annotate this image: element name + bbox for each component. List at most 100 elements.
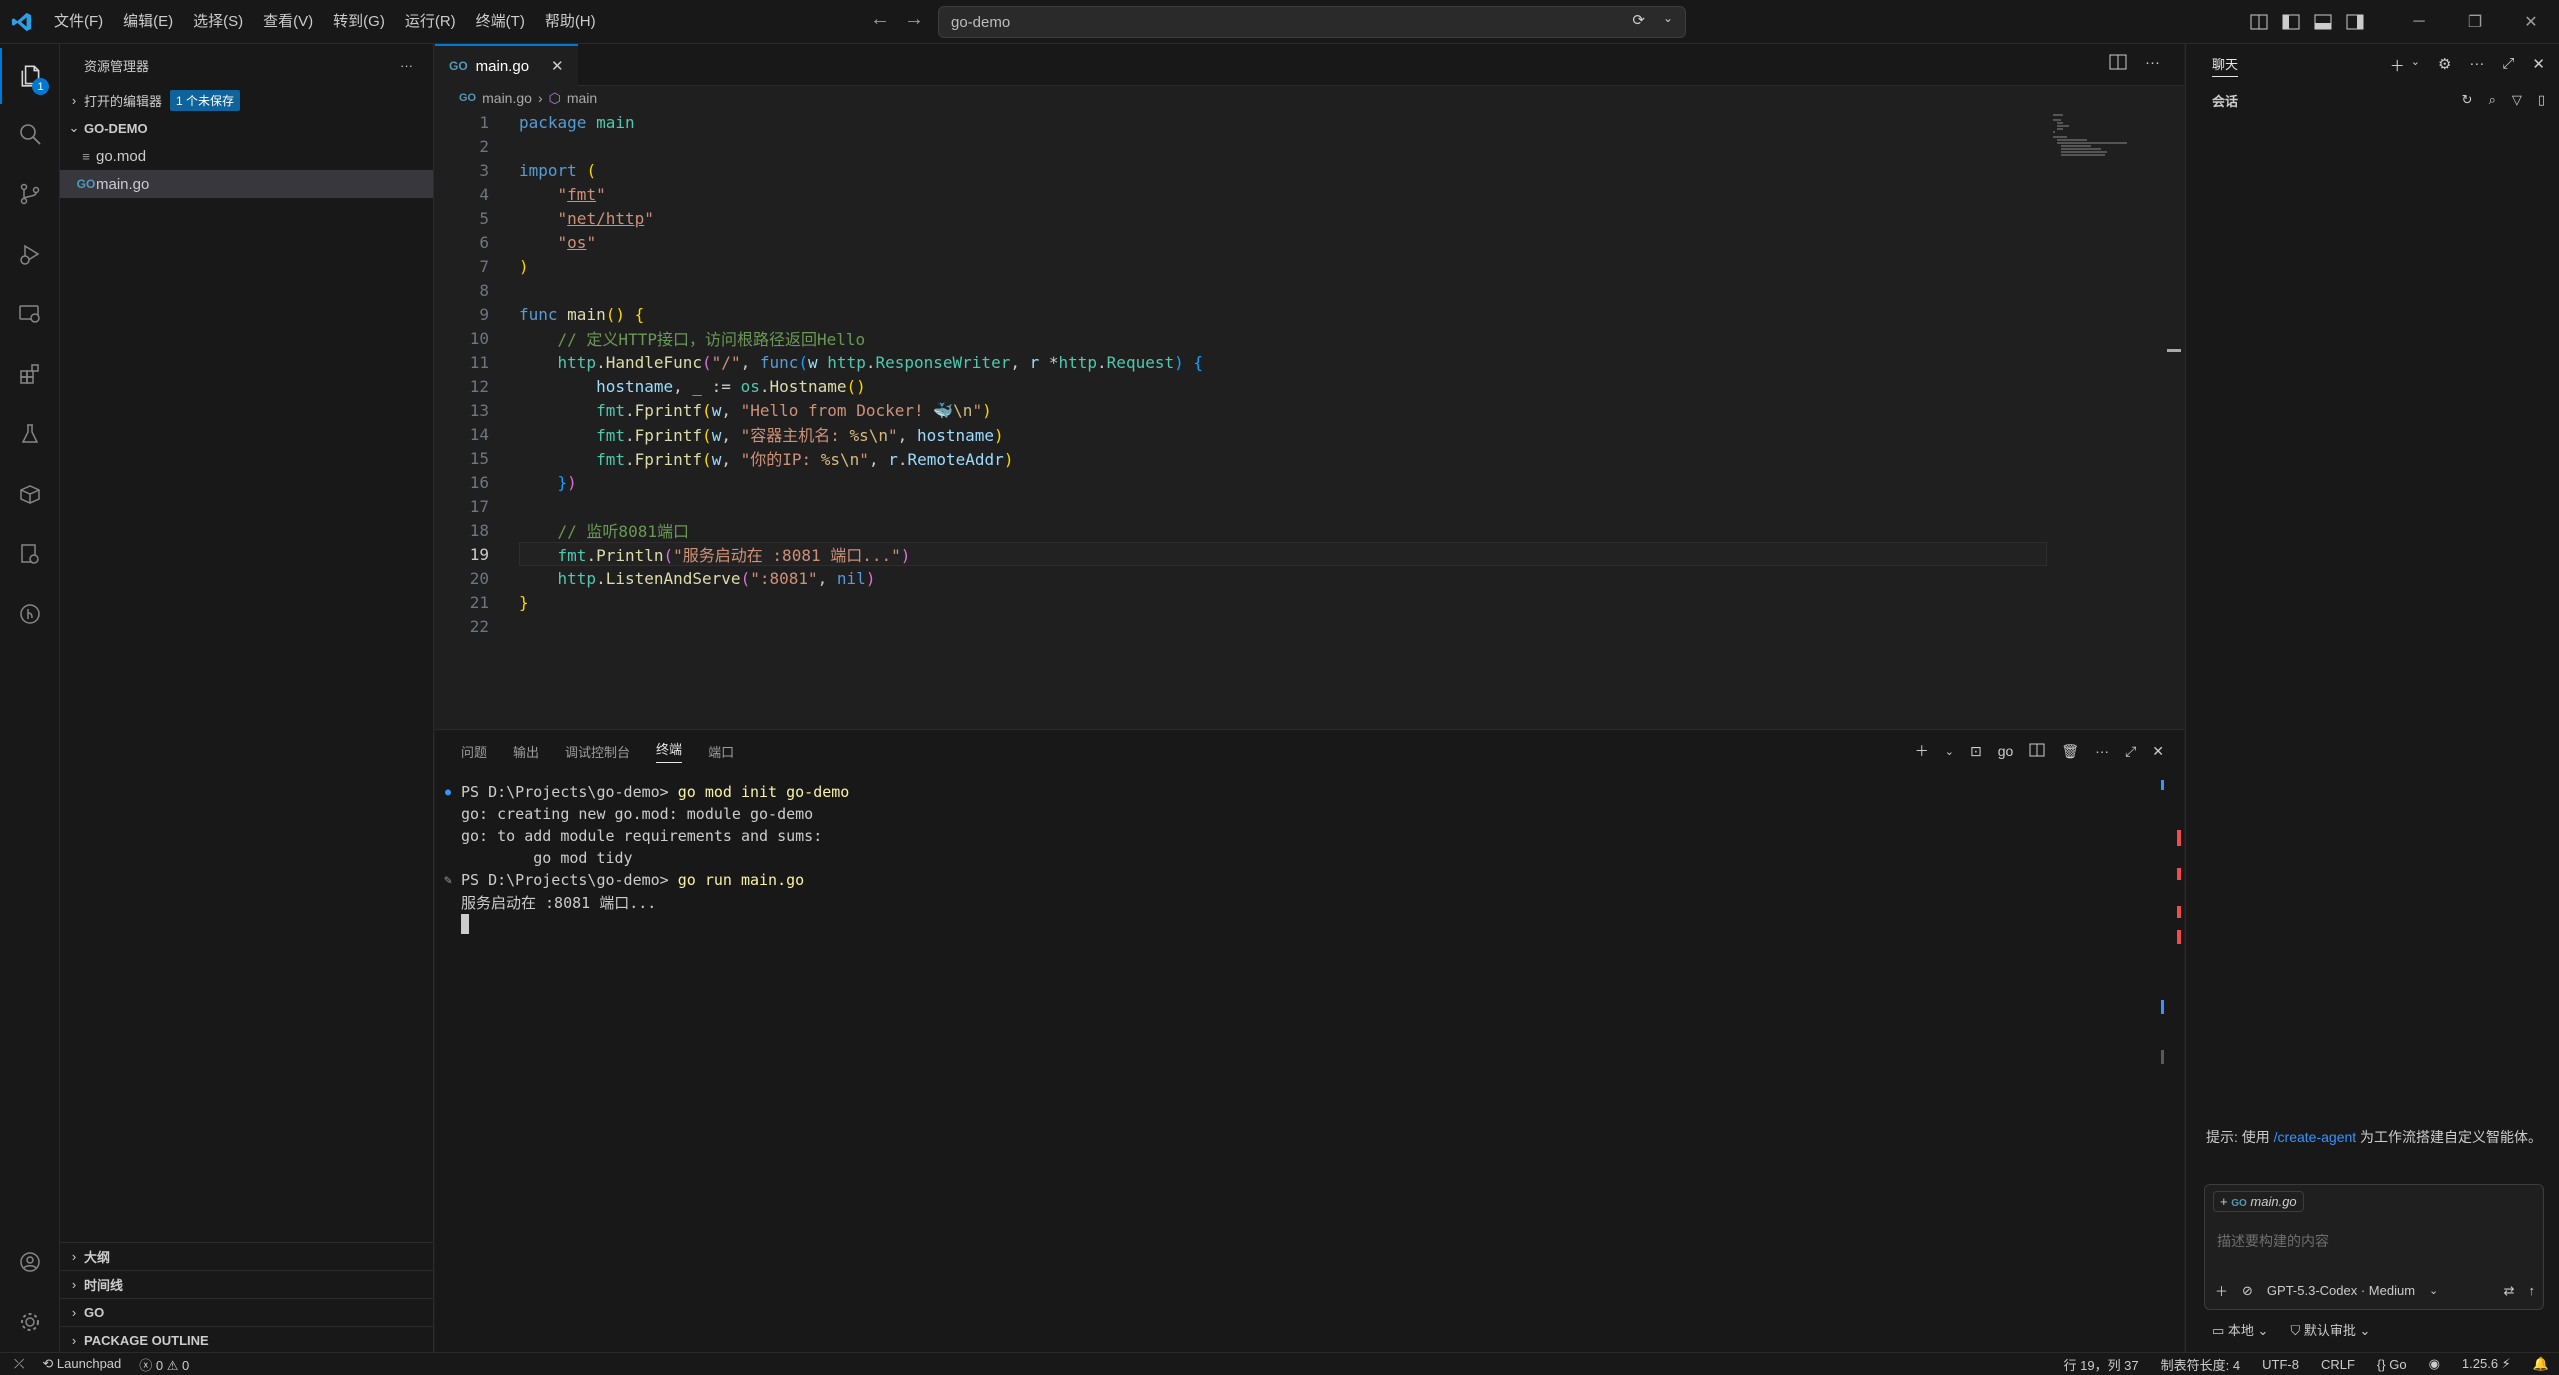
close-icon[interactable]: ✕	[2532, 55, 2545, 76]
code-line[interactable]: 9 func main() {	[435, 302, 2184, 326]
file-item-gomod[interactable]: ≡ go.mod	[60, 142, 433, 170]
menu-item[interactable]: 帮助(H)	[535, 0, 606, 44]
code-line[interactable]: 6 "os"	[435, 230, 2184, 254]
testing-icon[interactable]	[0, 406, 60, 462]
chevron-down-icon[interactable]: ⌄	[1663, 11, 1673, 25]
panel-tab[interactable]: 问题	[461, 742, 487, 761]
breadcrumb-symbol[interactable]: main	[567, 90, 597, 106]
containers-icon[interactable]	[0, 466, 60, 522]
remote-explorer-icon[interactable]	[0, 286, 60, 342]
code-line[interactable]: 10 // 定义HTTP接口，访问根路径返回Hello	[435, 326, 2184, 350]
outline-section[interactable]: › 大纲	[60, 1242, 434, 1270]
code-lines[interactable]: 1 package main 2 3 import (4 "fmt" 5 "net/htt…	[435, 110, 2184, 638]
go-version[interactable]: 1.25.6 ⚡	[2462, 1356, 2511, 1372]
command-center[interactable]: go-demo ⟳ ⌄	[938, 6, 1686, 38]
search-icon[interactable]: ⌕	[2489, 92, 2496, 108]
new-chat-icon[interactable]: ＋	[2390, 55, 2405, 76]
filter-icon[interactable]: ▽	[2512, 92, 2522, 108]
trash-icon[interactable]: 🗑	[2061, 743, 2079, 760]
approval-picker[interactable]: ⛉ 默认审批 ⌄	[2290, 1320, 2370, 1339]
close-window-icon[interactable]: ✕	[2503, 12, 2559, 32]
send-icon[interactable]: ↑	[2529, 1283, 2536, 1298]
more-actions-icon[interactable]: ···	[2469, 55, 2484, 76]
problems-item[interactable]: ⓧ 0 ⚠ 0	[139, 1355, 189, 1374]
chat-input[interactable]: 描述要构建的内容	[2217, 1231, 2329, 1251]
maximize-panel-icon[interactable]: ⤢	[2125, 743, 2136, 760]
restore-icon[interactable]: ❐	[2447, 12, 2503, 32]
panel-tab[interactable]: 终端	[656, 739, 683, 763]
package-outline-section[interactable]: › PACKAGE OUTLINE	[60, 1326, 434, 1354]
menu-item[interactable]: 转到(G)	[323, 0, 395, 44]
sessions-label[interactable]: 会话	[2212, 91, 2238, 110]
code-line[interactable]: 18 // 监听8081端口	[435, 518, 2184, 542]
tab-size[interactable]: 制表符长度: 4	[2161, 1355, 2240, 1374]
chat-title[interactable]: 聊天	[2212, 54, 2239, 77]
more-actions-icon[interactable]: ···	[2095, 743, 2109, 759]
code-line[interactable]: 3 import (	[435, 158, 2184, 182]
code-line[interactable]: 4 "fmt"	[435, 182, 2184, 206]
copilot-icon[interactable]: ⟳	[1632, 11, 1645, 29]
code-line[interactable]: 1 package main	[435, 110, 2184, 134]
customize-layout-icon[interactable]	[2243, 14, 2275, 30]
code-line[interactable]: 11 http.HandleFunc("/", func(w http.Resp…	[435, 350, 2184, 374]
code-line[interactable]: 22	[435, 614, 2184, 638]
terminal-output[interactable]: ● PS D:\Projects\go-demo> go mod init go-…	[435, 781, 2135, 935]
panel-tab[interactable]: 调试控制台	[565, 742, 630, 761]
context-chip[interactable]: + GO main.go	[2213, 1191, 2304, 1212]
menu-item[interactable]: 终端(T)	[466, 0, 535, 44]
panel-tab[interactable]: 输出	[513, 742, 539, 761]
menu-item[interactable]: 选择(S)	[183, 0, 253, 44]
search-icon[interactable]	[0, 106, 60, 162]
menu-item[interactable]: 查看(V)	[253, 0, 323, 44]
file-item-maingo[interactable]: GO main.go	[60, 170, 433, 198]
launchpad-item[interactable]: ⟲ Launchpad	[42, 1356, 121, 1372]
shell-label[interactable]: go	[1998, 743, 2014, 759]
tools-icon[interactable]: ⊘	[2242, 1283, 2253, 1299]
code-line[interactable]: 5 "net/http"	[435, 206, 2184, 230]
git-graph-icon[interactable]	[0, 586, 60, 642]
code-line[interactable]: 13 fmt.Fprintf(w, "Hello from Docker! 🐳\…	[435, 398, 2184, 422]
chevron-down-icon[interactable]: ⌄	[1945, 745, 1954, 758]
explorer-icon[interactable]: 1	[0, 48, 60, 104]
code-line[interactable]: 2	[435, 134, 2184, 158]
terminal-icon[interactable]: ⊡	[1970, 743, 1982, 760]
code-line[interactable]: 19 fmt.Println("服务启动在 :8081 端口...")	[435, 542, 2184, 566]
toggle-secondary-sidebar-icon[interactable]	[2339, 14, 2371, 30]
back-arrow-icon[interactable]: ←	[870, 8, 890, 31]
folder-section[interactable]: ⌄ GO-DEMO	[60, 114, 433, 142]
close-panel-icon[interactable]: ✕	[2152, 743, 2164, 760]
cursor-position[interactable]: 行 19，列 37	[2064, 1355, 2139, 1374]
notifications-bell-icon[interactable]: 🔔	[2533, 1356, 2549, 1372]
source-control-icon[interactable]	[0, 166, 60, 222]
open-editors-section[interactable]: › 打开的编辑器 1 个未保存	[60, 86, 433, 114]
toggle-primary-sidebar-icon[interactable]	[2275, 14, 2307, 30]
manage-gear-icon[interactable]	[0, 1294, 60, 1350]
menu-item[interactable]: 运行(R)	[395, 0, 466, 44]
model-picker[interactable]: GPT-5.3-Codex · Medium	[2267, 1283, 2415, 1298]
settings-sliders-icon[interactable]: ⇄	[2504, 1283, 2515, 1299]
forward-arrow-icon[interactable]: →	[904, 8, 924, 31]
copilot-review-icon[interactable]	[0, 526, 60, 582]
accounts-icon[interactable]	[0, 1234, 60, 1290]
close-tab-icon[interactable]: ✕	[551, 57, 564, 75]
chat-input-box[interactable]: + GO main.go 描述要构建的内容 ＋ ⊘ GPT-5.3-Codex …	[2204, 1184, 2544, 1310]
new-terminal-icon[interactable]: ＋	[1915, 741, 1929, 761]
gear-icon[interactable]: ⚙	[2438, 55, 2451, 76]
split-terminal-icon[interactable]	[2029, 743, 2045, 760]
code-line[interactable]: 12 hostname, _ := os.Hostname()	[435, 374, 2184, 398]
code-line[interactable]: 17	[435, 494, 2184, 518]
code-line[interactable]: 16 })	[435, 470, 2184, 494]
panel-tab[interactable]: 端口	[708, 742, 734, 761]
code-line[interactable]: 15 fmt.Fprintf(w, "你的IP: %s\n", r.Remote…	[435, 446, 2184, 470]
add-context-icon[interactable]: ＋	[2215, 1281, 2228, 1300]
code-line[interactable]: 14 fmt.Fprintf(w, "容器主机名: %s\n", hostnam…	[435, 422, 2184, 446]
menu-item[interactable]: 文件(F)	[44, 0, 113, 44]
language-mode[interactable]: {} Go	[2377, 1357, 2407, 1372]
create-agent-link[interactable]: /create-agent	[2274, 1129, 2357, 1145]
more-actions-icon[interactable]: ···	[2145, 54, 2160, 74]
code-line[interactable]: 21}	[435, 590, 2184, 614]
location-picker[interactable]: ▭ 本地 ⌄	[2212, 1320, 2268, 1339]
go-section[interactable]: › GO	[60, 1298, 434, 1326]
remote-icon[interactable]: ⤫	[14, 1356, 24, 1372]
menu-item[interactable]: 编辑(E)	[113, 0, 183, 44]
